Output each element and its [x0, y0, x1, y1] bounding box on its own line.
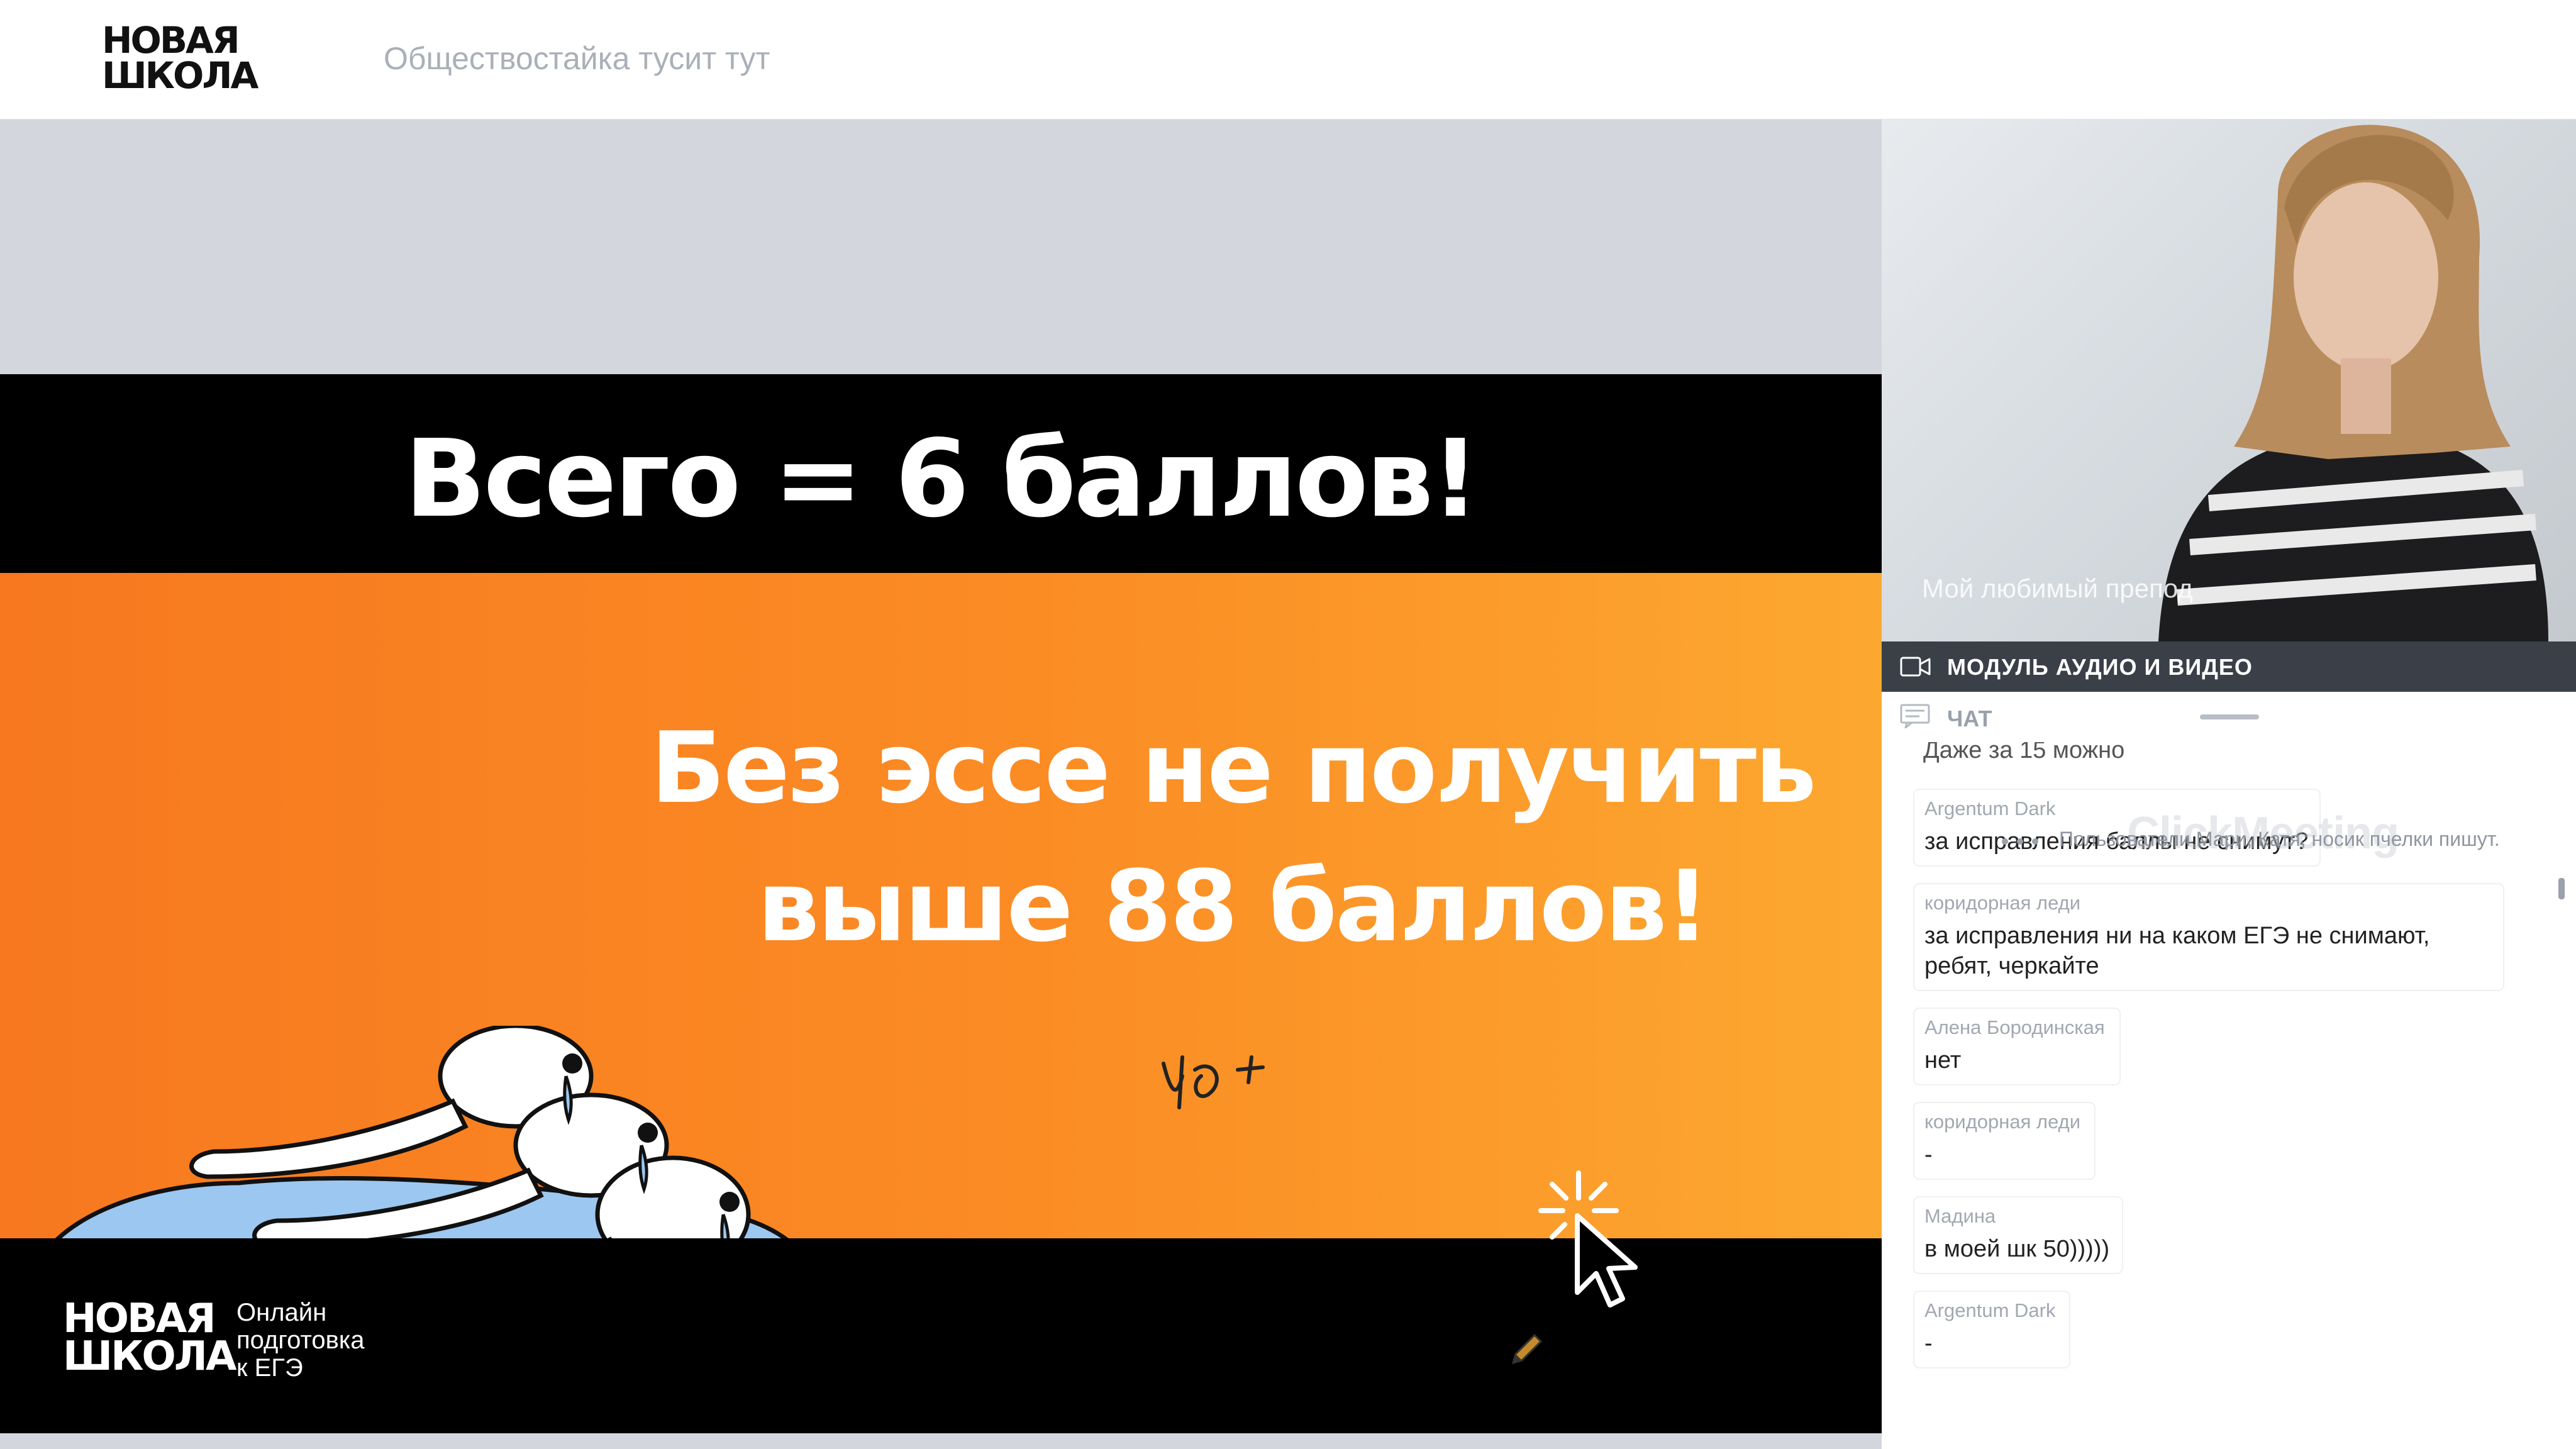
chat-message-text: - [1924, 1330, 1933, 1357]
presentation-stage: Всего = 6 баллов! Без эссе не получить в… [0, 119, 1882, 1449]
chat-message-author: Мадина [1924, 1205, 1996, 1227]
chat-message: Алена Бородинская нет [1913, 1008, 2121, 1085]
presenter-figure [2158, 125, 2548, 641]
typing-dots-icon [2002, 838, 2038, 845]
chat-header[interactable]: ЧАТ [1882, 692, 2576, 742]
video-camera-icon [1900, 657, 1931, 677]
top-header: НОВАЯ ШКОЛА Обществостайка тусит тут [0, 0, 2576, 119]
chat-message-author: коридорная леди [1924, 892, 2081, 914]
chat-message: Мадина в моей шк 50))))) [1913, 1196, 2123, 1274]
pencil-icon[interactable] [1507, 1331, 1545, 1369]
chat-message-text: нет [1924, 1047, 1962, 1074]
tagline-line-1: Онлайн [236, 1299, 327, 1326]
chat-message-author: Argentum Dark [1924, 1299, 2056, 1321]
typing-indicator: Пользователи Мари, Катя, носик пчелки пи… [2059, 828, 2500, 850]
presenter-name-label: Мой любимый препод [1922, 574, 2193, 603]
slide-title-band: Всего = 6 баллов! [0, 374, 1882, 573]
logo-line-2: ШКОЛА [102, 54, 258, 97]
slide-orange-band: Без эссе не получить выше 88 баллов! [0, 573, 1882, 1402]
slide-text-line-1: Без эссе не получить [650, 711, 1816, 825]
chat-message-text: за исправления ни на каком ЕГЭ не снимаю… [1924, 923, 2430, 979]
slide-text-line-2: выше 88 баллов! [757, 849, 1710, 963]
chat-message-text: - [1924, 1141, 1933, 1168]
slide-main-text: Без эссе не получить выше 88 баллов! [629, 699, 1836, 975]
room-title: Обществостайка тусит тут [384, 41, 770, 76]
chat-message: коридорная леди за исправления ни на как… [1913, 883, 2504, 991]
slide-tagline: Онлайн подготовка к ЕГЭ [236, 1299, 364, 1382]
chat-scrollbar[interactable] [2558, 878, 2565, 899]
slide-logo-line-2: ШКОЛА [63, 1333, 236, 1380]
slide-logo-line-1: НОВАЯ [63, 1296, 216, 1342]
chat-message-author: коридорная леди [1924, 1111, 2081, 1133]
school-logo[interactable]: НОВАЯ ШКОЛА [102, 19, 258, 97]
audio-video-module-bar[interactable]: МОДУЛЬ АУДИО И ВИДЕО [1882, 641, 2576, 692]
handwritten-annotation [1162, 1055, 1265, 1109]
audio-video-module-label: МОДУЛЬ АУДИО И ВИДЕО [1947, 654, 2253, 680]
chat-icon [1900, 704, 1930, 728]
chat-message-author: Алена Бородинская [1924, 1016, 2105, 1038]
chat-message-text: в моей шк 50))))) [1924, 1236, 2110, 1262]
slide-school-logo: НОВАЯ ШКОЛА [63, 1296, 236, 1380]
slide-title: Всего = 6 баллов! [404, 417, 1480, 541]
chat-minimize-handle[interactable] [2200, 714, 2259, 719]
right-panel: Мой любимый препод МОДУЛЬ АУДИО И ВИДЕО … [1882, 119, 2576, 1449]
presentation-slide: Всего = 6 баллов! Без эссе не получить в… [0, 374, 1882, 1433]
chat-label: ЧАТ [1947, 706, 1992, 731]
click-cursor-icon [1538, 1170, 1638, 1307]
chat-message-partial: Даже за 15 можно [1923, 742, 2125, 763]
presenter-video[interactable]: Мой любимый препод [1882, 119, 2576, 641]
chat-message: коридорная леди - [1913, 1102, 2096, 1180]
logo-line-1: НОВАЯ [102, 19, 240, 62]
chat-message: Argentum Dark - [1913, 1291, 2070, 1368]
tagline-line-2: подготовка [236, 1326, 365, 1354]
tagline-line-3: к ЕГЭ [236, 1354, 303, 1382]
